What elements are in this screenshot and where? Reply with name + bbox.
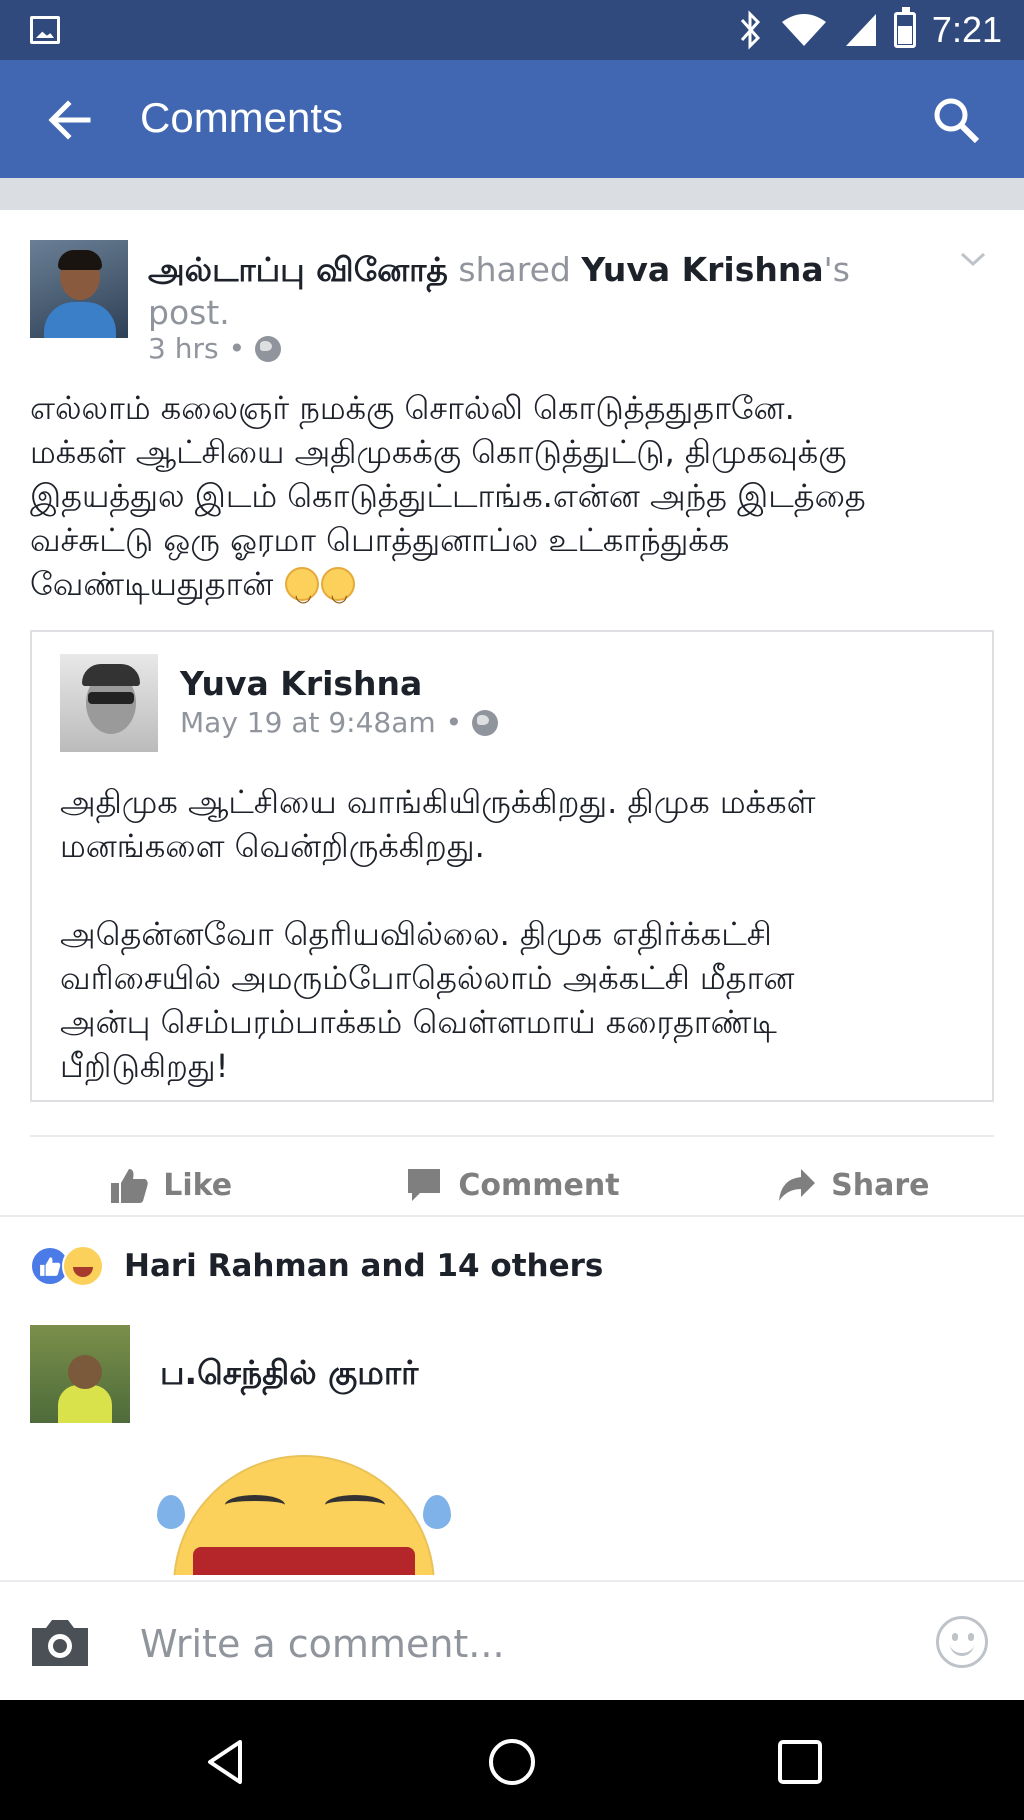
shared-post-body: அதிமுக ஆட்சியை வாங்கியிருக்கிறது. திமுக … (60, 783, 816, 1085)
shared-suffix: 's (823, 250, 850, 289)
commenter-avatar[interactable] (30, 1325, 130, 1423)
signal-icon (845, 14, 876, 46)
chevron-down-icon[interactable] (960, 246, 986, 272)
nav-back-icon[interactable] (200, 1736, 252, 1788)
battery-icon (893, 7, 916, 48)
public-globe-icon (472, 709, 499, 736)
app-bar: Comments (0, 60, 1024, 178)
smile-emoji-icon (321, 567, 356, 616)
page-title: Comments (140, 94, 344, 141)
camera-icon[interactable] (28, 1616, 92, 1670)
post-word[interactable]: post. (148, 293, 230, 332)
image-notification-icon (30, 16, 60, 44)
section-divider (0, 178, 1024, 210)
comment-label: Comment (458, 1167, 620, 1203)
comment-composer: Write a comment... (0, 1580, 1024, 1700)
search-icon[interactable] (930, 94, 982, 146)
post-actions: Like Comment Share (0, 1150, 1024, 1220)
shared-author-avatar[interactable] (60, 654, 158, 752)
wifi-icon (781, 14, 826, 46)
post-body-text: எல்லாம் கலைஞர் நமக்கு சொல்லி கொடுத்ததுதா… (30, 389, 866, 603)
shared-post-card[interactable]: Yuva Krishna May 19 at 9:48am • அதிமுக ஆ… (30, 630, 994, 1102)
comment-bubble-icon (408, 1169, 441, 1201)
like-button[interactable]: Like (0, 1150, 341, 1220)
android-nav-bar (0, 1700, 1024, 1820)
clock: 7:21 (931, 9, 1002, 50)
share-arrow-icon (779, 1169, 816, 1201)
status-bar: 7:21 (0, 0, 1024, 60)
comment-input[interactable]: Write a comment... (140, 1622, 505, 1666)
shared-post-meta: May 19 at 9:48am • (180, 706, 499, 739)
shared-author-name[interactable]: Yuva Krishna (180, 664, 422, 703)
emoji-picker-icon[interactable] (936, 1616, 988, 1668)
nav-recents-icon[interactable] (774, 1736, 826, 1788)
system-icons: 7:21 (738, 7, 1002, 52)
bluetooth-icon (740, 10, 760, 50)
reactions-text: Hari Rahman and 14 others (124, 1248, 604, 1284)
author-avatar[interactable] (30, 240, 128, 338)
commenter-name[interactable]: ப.செந்தில் குமார் (160, 1353, 418, 1397)
reactions-divider (0, 1215, 1024, 1217)
haha-reaction-icon (62, 1245, 104, 1287)
public-globe-icon (255, 335, 282, 362)
laughing-sticker-icon (155, 1455, 455, 1575)
actions-divider (30, 1135, 994, 1137)
like-label: Like (163, 1167, 233, 1203)
share-button[interactable]: Share (683, 1150, 1024, 1220)
thumbs-up-icon (111, 1169, 148, 1203)
share-label: Share (831, 1167, 930, 1203)
smile-emoji-icon (285, 567, 320, 616)
post-header: அல்டாப்பு வினோத் shared Yuva Krishna's p… (148, 248, 908, 334)
post-body: எல்லாம் கலைஞர் நமக்கு சொல்லி கொடுத்ததுதா… (30, 386, 1000, 616)
reactions-summary[interactable]: Hari Rahman and 14 others (30, 1245, 603, 1287)
post-meta: 3 hrs • (148, 332, 282, 365)
shared-word: shared (458, 250, 571, 289)
comment-button[interactable]: Comment (341, 1150, 682, 1220)
author-name[interactable]: அல்டாப்பு வினோத் (148, 250, 448, 289)
post-time[interactable]: 3 hrs (148, 332, 219, 365)
nav-home-icon[interactable] (486, 1736, 538, 1788)
back-arrow-icon[interactable] (44, 94, 96, 146)
shared-from-name[interactable]: Yuva Krishna (581, 250, 823, 289)
shared-post-time[interactable]: May 19 at 9:48am (180, 706, 436, 739)
